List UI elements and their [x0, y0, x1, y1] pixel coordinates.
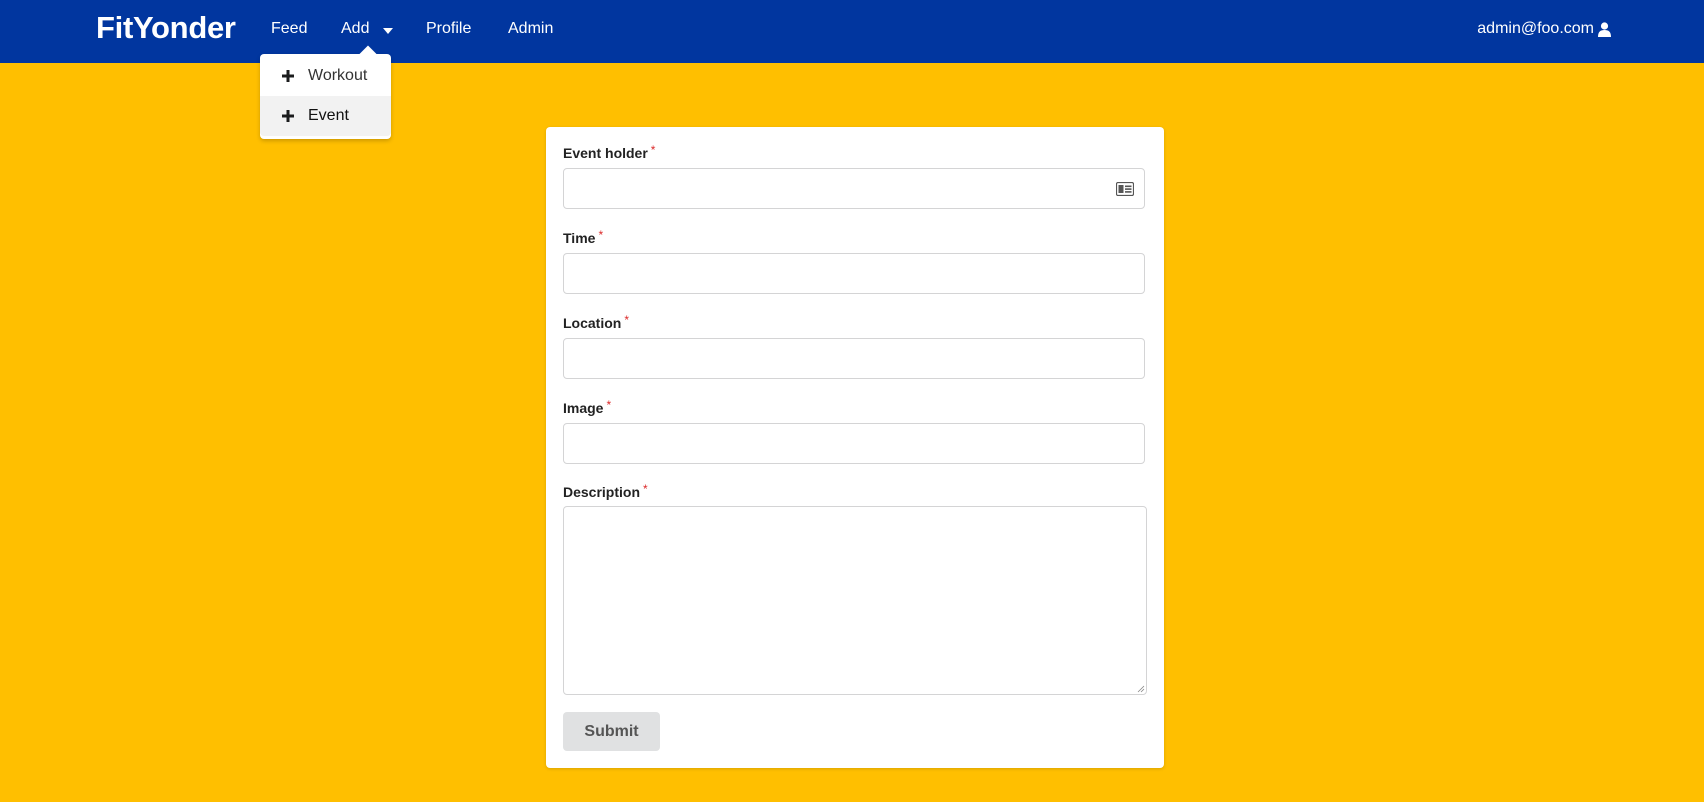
description-textarea[interactable] — [563, 506, 1147, 695]
field-label-text: Description — [563, 484, 641, 500]
time-input[interactable] — [563, 253, 1145, 294]
description-label: Description * — [563, 482, 648, 500]
location-input[interactable] — [563, 338, 1145, 379]
event-holder-label: Event holder * — [563, 143, 656, 161]
menu-item-workout[interactable]: Workout — [260, 56, 391, 96]
image-input[interactable] — [563, 423, 1145, 464]
menu-item-label: Workout — [308, 67, 368, 84]
add-dropdown-menu: Workout Event — [260, 54, 391, 139]
nav-admin[interactable]: Admin — [508, 20, 553, 38]
image-label: Image * — [563, 398, 612, 416]
resize-handle-icon[interactable] — [1137, 685, 1145, 693]
nav-profile[interactable]: Profile — [426, 20, 471, 38]
event-form-card: Event holder * Time * Location * Image * Des… — [546, 127, 1164, 768]
nav-feed[interactable]: Feed — [271, 20, 307, 38]
plus-icon — [282, 110, 294, 122]
event-holder-input[interactable] — [563, 168, 1145, 209]
required-asterisk: * — [598, 228, 604, 242]
menu-item-label: Event — [308, 107, 349, 124]
menu-item-event[interactable]: Event — [260, 96, 391, 136]
field-label-text: Event holder — [563, 145, 648, 161]
user-menu[interactable]: admin@foo.com — [1477, 20, 1611, 38]
user-icon — [1598, 21, 1611, 37]
required-asterisk: * — [643, 482, 648, 496]
nav-add-dropdown[interactable]: Add — [341, 20, 369, 38]
field-label-text: Location — [563, 315, 622, 331]
location-label: Location * — [563, 313, 630, 331]
submit-button[interactable]: Submit — [563, 712, 660, 751]
required-asterisk: * — [606, 398, 612, 412]
field-label-text: Image — [563, 400, 604, 416]
user-email: admin@foo.com — [1477, 20, 1594, 37]
brand-logo[interactable]: FitYonder — [96, 10, 236, 46]
chevron-down-icon[interactable] — [383, 28, 393, 34]
plus-icon — [282, 70, 294, 82]
required-asterisk: * — [624, 313, 630, 327]
time-label: Time * — [563, 228, 604, 246]
field-label-text: Time — [563, 230, 596, 246]
id-card-icon — [1116, 182, 1134, 196]
top-navbar: FitYonder Feed Add Profile Admin admin@f… — [0, 0, 1704, 63]
required-asterisk: * — [650, 143, 656, 157]
